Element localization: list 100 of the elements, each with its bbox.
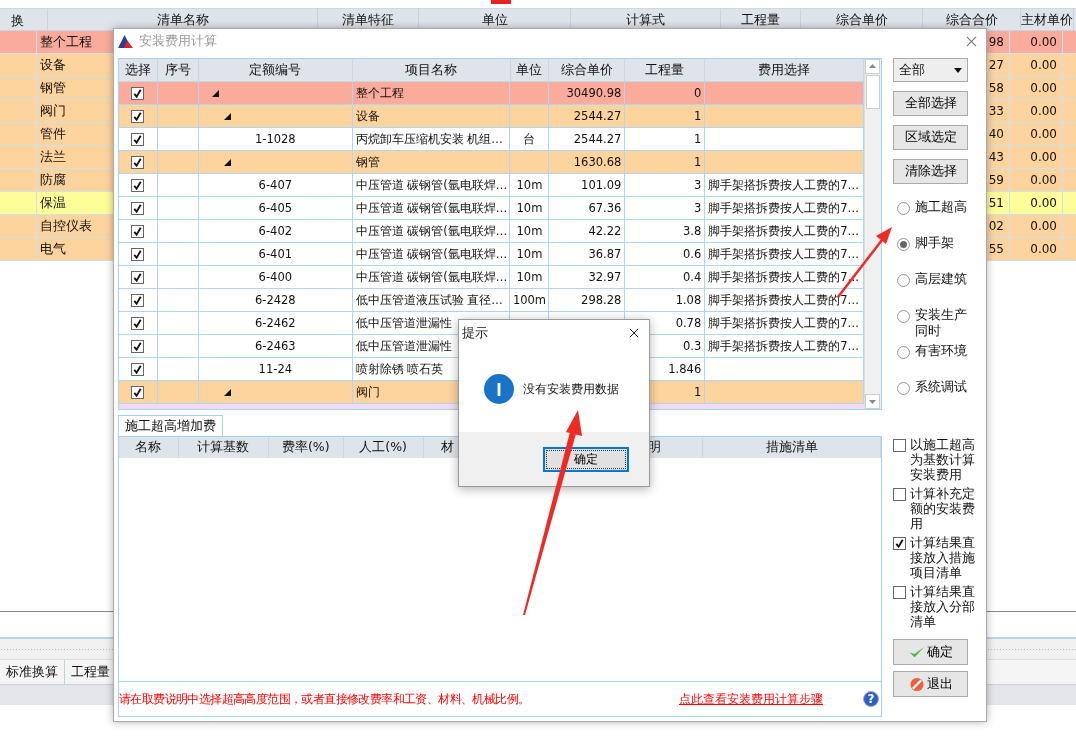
hint-text: 请在取费说明中选择超高高度范围，或者直接修改费率和工资、材料、机械比例。: [119, 690, 530, 708]
table-cell: 0.00: [1030, 81, 1057, 95]
table-cell: 02: [988, 219, 1004, 233]
table-cell-text: 整个工程: [39, 33, 92, 51]
table-cell: 钢管: [355, 154, 380, 170]
table-cell: 脚手架搭拆费按人工费的7…: [708, 246, 860, 262]
column-header: 计算式: [626, 10, 665, 29]
table-cell: 51: [988, 196, 1004, 210]
table-cell: 298.28: [581, 293, 622, 307]
table-cell: 55: [988, 242, 1004, 256]
table-cell: 丙烷卸车压缩机安装 机组…: [355, 131, 503, 147]
table-cell: 中压管道 碳钢管(氩电联焊…: [355, 269, 508, 285]
column-header: 换: [11, 12, 24, 30]
column-header: 工程量: [741, 10, 780, 29]
table-cell: 0.00: [1030, 196, 1057, 210]
table-cell: 6-400: [258, 270, 292, 284]
radio-label: 有害环境: [915, 343, 968, 359]
table-cell: 0.00: [1030, 127, 1057, 141]
checkbox-label: 计算补充定额的安装费用: [910, 486, 976, 531]
table-cell: 0.00: [1030, 35, 1057, 49]
table-cell: 3: [693, 178, 702, 192]
table-cell-text: 防腐: [39, 171, 66, 189]
table-cell: 0.6: [682, 247, 702, 261]
table-cell: 阀门: [355, 384, 380, 400]
table-cell-text: 自控仪表: [39, 217, 92, 235]
table-cell: 6-2463: [254, 339, 296, 353]
table-cell: 0.78: [675, 316, 702, 330]
table-cell: 0.3: [682, 339, 702, 353]
column-header: 材: [440, 439, 454, 456]
table-cell: 低中压管道泄漏性: [355, 338, 452, 354]
table-cell: 6-2428: [254, 293, 296, 307]
table-cell: 0.00: [1030, 150, 1057, 164]
radio-label: 安装生产同时: [915, 307, 968, 339]
table-cell: 喷射除锈 喷石英: [355, 361, 444, 377]
checkbox-label: 以施工超高为基数计算安装费用: [910, 437, 976, 482]
column-header: 计算基数: [197, 439, 250, 456]
radio-label: 系统调试: [915, 379, 968, 395]
table-cell: 0.4: [682, 270, 702, 284]
table-cell: 1630.68: [573, 155, 622, 169]
table-cell: 33: [988, 104, 1004, 118]
table-cell-text: 电气: [39, 240, 66, 258]
table-cell: 6-402: [258, 224, 292, 238]
table-cell: 100m: [512, 293, 547, 307]
column-header: 费率(%): [281, 439, 330, 456]
radio-label: 施工超高: [915, 199, 968, 215]
table-cell: 整个工程: [355, 85, 404, 101]
table-cell: 1: [693, 109, 702, 123]
table-cell: 中压管道 碳钢管(氩电联焊…: [355, 246, 508, 262]
table-cell: 脚手架搭拆费按人工费的7…: [708, 292, 860, 308]
table-cell: 1: [693, 155, 702, 169]
table-cell: 1.08: [675, 293, 702, 307]
table-cell: 10m: [516, 247, 543, 261]
message-text: 没有安装费用数据: [523, 380, 619, 398]
window-title: 安装费用计算: [139, 32, 217, 50]
column-header: 清单特征: [342, 10, 394, 29]
table-cell: 脚手架搭拆费按人工费的7…: [708, 338, 860, 354]
checkbox-label: 计算结果直接放入措施项目清单: [910, 535, 976, 580]
table-cell: 2544.27: [573, 132, 622, 146]
column-header: 主材单价: [1021, 10, 1073, 29]
radio-label: 高层建筑: [915, 271, 968, 287]
column-header: 单位: [481, 10, 508, 29]
table-cell: 中压管道 碳钢管(氩电联焊…: [355, 223, 508, 239]
table-cell: 10m: [516, 224, 543, 238]
table-cell: 3.8: [682, 224, 702, 238]
table-cell: 43: [988, 150, 1004, 164]
table-cell: 27: [988, 58, 1004, 72]
table-cell: 6-401: [258, 247, 292, 261]
table-cell: 6-407: [258, 178, 292, 192]
column-header: 综合合价: [945, 10, 998, 29]
table-cell: 3: [693, 201, 702, 215]
table-cell: 1: [693, 385, 702, 399]
radio-label: 脚手架: [915, 235, 955, 251]
table-cell: 101.09: [581, 178, 622, 192]
table-cell: 10m: [516, 270, 543, 284]
table-cell: 脚手架搭拆费按人工费的7…: [708, 200, 860, 216]
table-cell: 设备: [355, 108, 380, 124]
table-cell: 36.87: [588, 247, 622, 261]
table-cell: 低中压管道泄漏性: [355, 315, 452, 331]
table-cell: 中压管道 碳钢管(氩电联焊…: [355, 200, 508, 216]
table-cell: 6-405: [258, 201, 292, 215]
table-cell: 30490.98: [566, 86, 622, 100]
column-header: 措施清单: [765, 439, 818, 456]
table-cell: 98: [988, 35, 1004, 49]
table-cell: 1: [693, 132, 702, 146]
table-cell: 58: [988, 81, 1004, 95]
table-cell: 脚手架搭拆费按人工费的7…: [708, 315, 860, 331]
table-cell: 0.00: [1030, 219, 1057, 233]
column-header: 清单名称: [156, 10, 209, 29]
column-header: 名称: [135, 439, 162, 456]
table-cell-text: 设备: [39, 56, 66, 74]
table-cell: 59: [988, 173, 1004, 187]
table-cell: 脚手架搭拆费按人工费的7…: [708, 177, 860, 193]
table-cell: 40: [988, 127, 1004, 141]
table-cell: 脚手架搭拆费按人工费的7…: [708, 223, 860, 239]
table-cell: 台: [523, 131, 536, 147]
table-cell: 10m: [516, 201, 543, 215]
table-cell: 0.00: [1030, 104, 1057, 118]
column-header: 人工(%): [359, 439, 407, 456]
dialog-title: 提示: [462, 324, 488, 342]
table-cell: 0.00: [1030, 58, 1057, 72]
